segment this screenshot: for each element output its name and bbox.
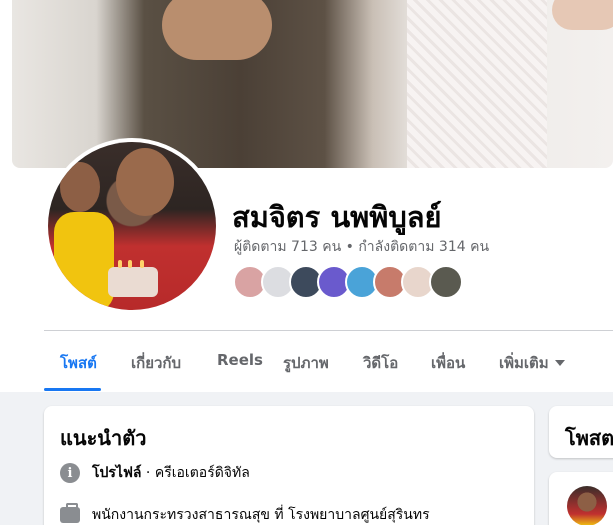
posts-title: โพสต <box>565 426 613 450</box>
friend-avatar[interactable] <box>429 265 463 299</box>
chevron-down-icon <box>554 360 565 366</box>
cover-photo-arm <box>552 0 613 30</box>
intro-profile-label: โปรไฟล์ <box>92 465 142 481</box>
cover-photo-lace <box>407 0 547 168</box>
intro-work-row: พนักงานกระทรวงสาธารณสุข ที่ โรงพยาบาลศูน… <box>60 503 430 525</box>
profile-picture-candle <box>140 260 144 268</box>
profile-picture[interactable] <box>48 142 216 310</box>
tab-reels[interactable]: Reels <box>217 351 263 369</box>
followers-label: ผู้ติดตาม <box>234 239 287 255</box>
active-tab-indicator <box>44 388 101 391</box>
tab-more-label: เพิ่มเติม <box>499 354 549 372</box>
briefcase-icon <box>60 503 80 523</box>
intro-profile-text: โปรไฟล์ · ครีเอเตอร์ดิจิทัล <box>92 462 250 484</box>
profile-name: สมจิตร นพพิบูลย์ <box>232 200 442 234</box>
profile-tabs: โพสต์ เกี่ยวกับ Reels รูปภาพ วิดีโอ เพื่… <box>44 331 613 391</box>
profile-picture-person-yellow <box>54 212 114 310</box>
following-unit: คน <box>470 239 490 255</box>
profile-follow-stats: ผู้ติดตาม 713 คน • กำลังติดตาม 314 คน <box>234 236 489 258</box>
intro-title: แนะนำตัว <box>60 426 147 450</box>
info-icon: i <box>60 463 80 483</box>
tab-posts[interactable]: โพสต์ <box>60 351 97 375</box>
followers-link[interactable]: ผู้ติดตาม 713 คน <box>234 239 341 255</box>
following-link[interactable]: กำลังติดตาม 314 คน <box>358 239 489 255</box>
intro-profile-category: ครีเอเตอร์ดิจิทัล <box>154 465 250 481</box>
posts-card: โพสต <box>549 406 613 458</box>
profile-picture-face-center <box>116 148 174 216</box>
following-label: กำลังติดตาม <box>358 239 435 255</box>
intro-profile-row: i โปรไฟล์ · ครีเอเตอร์ดิจิทัล <box>60 462 250 484</box>
intro-work-text: พนักงานกระทรวงสาธารณสุข ที่ โรงพยาบาลศูน… <box>92 507 430 523</box>
tab-photos[interactable]: รูปภาพ <box>283 351 329 375</box>
profile-picture-candle <box>118 260 122 268</box>
tab-videos[interactable]: วิดีโอ <box>363 351 398 375</box>
cover-photo-hands <box>162 0 272 60</box>
intro-profile-dot: · <box>145 465 151 481</box>
avatar[interactable] <box>567 486 607 525</box>
profile-picture-cake <box>108 267 158 297</box>
profile-picture-candle <box>128 260 132 268</box>
following-count: 314 <box>438 239 466 255</box>
tab-more[interactable]: เพิ่มเติม <box>499 351 565 375</box>
followers-unit: คน <box>322 239 342 255</box>
intro-card: แนะนำตัว i โปรไฟล์ · ครีเอเตอร์ดิจิทัล พ… <box>44 406 534 525</box>
tab-friends[interactable]: เพื่อน <box>431 351 465 375</box>
post-composer-card <box>549 472 613 525</box>
followers-count: 713 <box>291 239 318 255</box>
tab-about[interactable]: เกี่ยวกับ <box>131 351 181 375</box>
stats-separator: • <box>345 239 354 255</box>
profile-picture-face-left <box>60 162 100 212</box>
